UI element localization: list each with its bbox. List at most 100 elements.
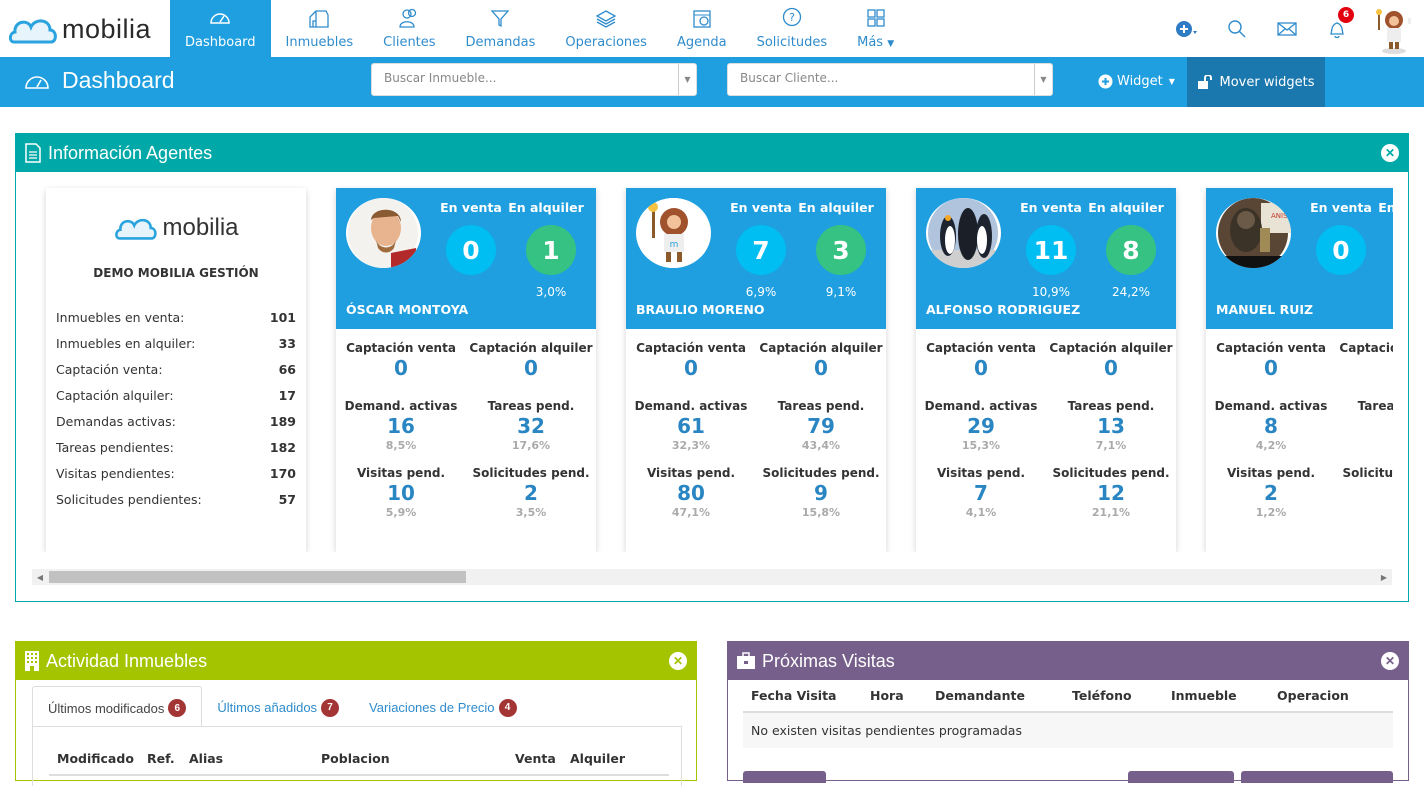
summary-row: Captación venta: 66: [46, 356, 306, 382]
column-header[interactable]: Alias: [189, 751, 321, 775]
column-header[interactable]: Venta: [515, 751, 570, 775]
summary-row: Solicitudes pendientes: 57: [46, 486, 306, 512]
en-venta-count: 0: [446, 225, 496, 275]
close-icon: ✕: [1384, 654, 1396, 668]
agent-card[interactable]: En venta 11 10,9% En alquiler 8 24,2% AL…: [916, 188, 1176, 552]
summary-list: Inmuebles en venta: 101 Inmuebles en alqui…: [46, 304, 306, 512]
stat-captacion-alquiler: Captación alquiler 0: [1046, 341, 1176, 399]
agent-card[interactable]: ANIS En venta 0 En alquiler MANUEL RUIZ …: [1206, 188, 1393, 552]
visitas-panel-title: Próximas Visitas: [762, 650, 895, 671]
tab-variaciones-precio[interactable]: Variaciones de Precio 4: [354, 686, 532, 727]
close-panel-button[interactable]: ✕: [669, 652, 687, 670]
mobilia-logo[interactable]: mobilia: [8, 14, 151, 45]
stat-label: Solicitudes pend.: [1342, 466, 1393, 480]
summary-row: Tareas pendientes: 182: [46, 434, 306, 460]
nav-agenda[interactable]: Agenda: [662, 0, 742, 57]
scroll-left-icon[interactable]: ◀: [32, 569, 48, 585]
column-header[interactable]: Inmueble: [1171, 688, 1277, 712]
stat-captacion-alquiler: Captación alquiler 0: [756, 341, 886, 399]
en-venta-label: En venta: [440, 200, 502, 215]
horizontal-scrollbar[interactable]: ◀ ▶: [32, 569, 1392, 585]
stat-tareas-pend: Tareas pend. 79 43,4%: [756, 399, 886, 466]
main-nav: Dashboard Inmuebles Clientes Demandas Op…: [170, 0, 909, 57]
tab-ultimos-modificados[interactable]: Últimos modificados 6: [32, 686, 203, 727]
actividad-panel-title: Actividad Inmuebles: [46, 650, 208, 671]
summary-value: 170: [269, 465, 296, 481]
search-inmueble-select[interactable]: Buscar Inmueble... ▼: [371, 63, 697, 96]
agent-photo: m: [636, 198, 711, 268]
nav-dashboard[interactable]: Dashboard: [170, 0, 271, 57]
column-header[interactable]: Alquiler: [570, 751, 669, 775]
stat-visitas-pend: Visitas pend. 80 47,1%: [626, 466, 756, 533]
move-widgets-button[interactable]: Mover widgets: [1187, 57, 1325, 107]
stat-solicitudes-pend: Solicitudes pend.: [1336, 466, 1393, 533]
agent-card-header: m En venta 7 6,9% En alquiler 3 9,1% BRA…: [626, 188, 886, 329]
visitas-action-button[interactable]: [1128, 771, 1234, 783]
nav-inmuebles[interactable]: Inmuebles: [271, 0, 369, 57]
column-header[interactable]: Ref.: [147, 751, 189, 775]
close-panel-button[interactable]: ✕: [1381, 652, 1399, 670]
agent-card[interactable]: En venta 0 En alquiler 1 3,0% ÓSCAR MONT…: [336, 188, 596, 552]
notifications-button[interactable]: 6: [1312, 6, 1362, 39]
agentes-panel-title: Información Agentes: [48, 142, 213, 163]
widget-label: Widget: [1117, 74, 1163, 89]
select-arrow-icon[interactable]: ▼: [1034, 64, 1052, 95]
stat-tareas-pend: Tareas pend. 32 17,6%: [466, 399, 596, 466]
stat-solicitudes-pend: Solicitudes pend. 2 3,5%: [466, 466, 596, 533]
building-icon: [309, 10, 329, 28]
notifications-badge: 6: [1338, 6, 1354, 23]
tab-label: Variaciones de Precio: [369, 700, 495, 715]
select-arrow-icon[interactable]: ▼: [678, 64, 696, 95]
summary-value: 182: [269, 439, 296, 455]
summary-row: Inmuebles en venta: 101: [46, 304, 306, 330]
visitas-action-button[interactable]: [743, 771, 826, 783]
summary-value: 57: [278, 491, 296, 507]
search-inmueble-placeholder: Buscar Inmueble...: [384, 71, 497, 85]
column-header[interactable]: Poblacion: [321, 751, 515, 775]
en-venta-percent: 6,9%: [745, 285, 777, 299]
nav-demandas[interactable]: Demandas: [451, 0, 551, 57]
agent-card[interactable]: m En venta 7 6,9% En alquiler 3 9,1% BRA…: [626, 188, 886, 552]
stat-value: 29: [967, 414, 995, 438]
column-header[interactable]: Modificado: [49, 751, 147, 775]
nav-agenda-label: Agenda: [676, 35, 727, 50]
column-header[interactable]: Teléfono: [1072, 688, 1171, 712]
grid-icon: [866, 9, 885, 27]
stat-percent: 4,1%: [965, 506, 997, 519]
user-avatar[interactable]: [1372, 4, 1416, 54]
search-cliente-select[interactable]: Buscar Cliente... ▼: [727, 63, 1053, 96]
stat-percent: 21,1%: [1091, 506, 1131, 519]
tab-ultimos-anadidos[interactable]: Últimos añadidos 7: [202, 686, 354, 727]
summary-label: Inmuebles en alquiler:: [56, 335, 196, 351]
nav-solicitudes[interactable]: ? Solicitudes: [742, 0, 843, 57]
scrollbar-thumb[interactable]: [49, 571, 466, 583]
cloud-logo-icon: [115, 218, 158, 240]
stat-value: 16: [387, 414, 415, 438]
column-header[interactable]: Fecha Visita: [743, 688, 870, 712]
search-button[interactable]: [1212, 19, 1262, 39]
actividad-table: Modificado Ref. Alias Poblacion Venta Al…: [49, 751, 669, 776]
svg-text:?: ?: [789, 11, 795, 24]
close-panel-button[interactable]: ✕: [1381, 144, 1399, 162]
quick-add-button[interactable]: [1162, 19, 1212, 39]
stat-label: Visitas pend.: [1226, 466, 1316, 480]
stat-label: Solicitudes pend.: [1052, 466, 1170, 480]
stat-label: Demand. activas: [924, 399, 1038, 413]
column-header[interactable]: Demandante: [935, 688, 1072, 712]
mobilia-logo: mobilia: [46, 214, 306, 242]
scroll-right-icon[interactable]: ▶: [1376, 569, 1392, 585]
visitas-action-button[interactable]: [1241, 771, 1393, 783]
stat-captacion-venta: Captación venta 0: [336, 341, 466, 399]
nav-operaciones[interactable]: Operaciones: [550, 0, 662, 57]
column-header[interactable]: Hora: [870, 688, 935, 712]
en-venta-label: En venta: [1310, 200, 1372, 215]
add-widget-button[interactable]: Widget ▼: [1098, 74, 1175, 89]
column-header[interactable]: Operacion: [1277, 688, 1393, 712]
agent-card-header: En venta 0 En alquiler 1 3,0% ÓSCAR MONT…: [336, 188, 596, 329]
en-alquiler-count: 1: [526, 225, 576, 275]
stat-value: 79: [807, 414, 835, 438]
messages-button[interactable]: [1262, 21, 1312, 37]
en-alquiler-percent: 3,0%: [535, 285, 567, 299]
nav-mas[interactable]: Más ▼: [842, 0, 909, 57]
nav-clientes[interactable]: Clientes: [368, 0, 450, 57]
